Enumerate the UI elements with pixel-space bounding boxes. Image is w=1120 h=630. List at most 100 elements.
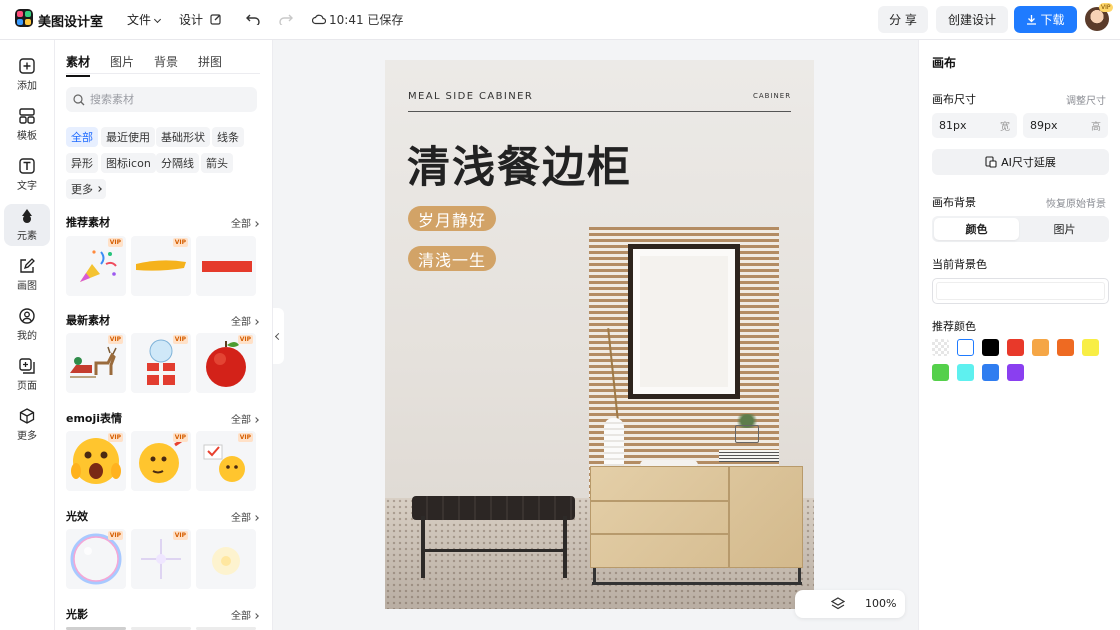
cloud-icon <box>312 14 326 25</box>
poster-tag[interactable]: 清浅一生 <box>408 246 497 271</box>
ai-resize-label: AI尺寸延展 <box>1001 156 1056 169</box>
material-thumb-thinking-emoji[interactable]: VIP <box>131 431 191 491</box>
material-thumb-bubble[interactable]: VIP <box>66 529 126 589</box>
material-thumb-reindeer-sleigh[interactable]: VIP <box>66 333 126 393</box>
chevron-right-icon <box>253 515 259 521</box>
color-swatch[interactable] <box>1057 339 1074 356</box>
see-all-link[interactable]: 全部 <box>231 313 259 328</box>
see-all-link[interactable]: 全部 <box>231 509 259 524</box>
see-all-link[interactable]: 全部 <box>231 215 259 230</box>
adjust-size-link[interactable]: 调整尺寸 <box>1066 92 1106 107</box>
rail-label: 更多 <box>17 431 37 442</box>
cube-icon <box>19 408 35 424</box>
material-thumb-red-bar[interactable] <box>196 236 256 296</box>
share-button[interactable]: 分 享 <box>878 6 928 33</box>
zoom-level[interactable]: 100% <box>865 597 896 610</box>
see-all-label: 全部 <box>231 415 251 426</box>
material-thumb-sparkle[interactable]: VIP <box>131 529 191 589</box>
undo-button[interactable] <box>244 10 262 28</box>
rail-item-draw[interactable]: 画图 <box>4 254 50 296</box>
poster-divider[interactable] <box>408 111 791 112</box>
chip-more[interactable]: 更多 <box>66 179 106 199</box>
chip-dividers[interactable]: 分隔线 <box>156 153 199 173</box>
user-icon <box>19 308 35 324</box>
shapes-icon <box>22 209 32 223</box>
chevron-left-icon <box>274 332 283 340</box>
material-thumb-apple[interactable]: VIP <box>196 333 256 393</box>
current-color-preview <box>936 282 1105 300</box>
books <box>719 450 779 462</box>
color-swatch[interactable] <box>1007 339 1024 356</box>
vip-badge: VIP <box>237 433 253 442</box>
file-menu[interactable]: 文件 <box>127 11 162 28</box>
height-field[interactable]: 89px 高 <box>1023 113 1108 138</box>
rail-item-text[interactable]: 文字 <box>4 154 50 196</box>
rail-item-pages[interactable]: 页面 <box>4 354 50 396</box>
tab-color[interactable]: 颜色 <box>934 218 1019 240</box>
rail-item-add[interactable]: 添加 <box>4 54 50 96</box>
see-all-link[interactable]: 全部 <box>231 411 259 426</box>
color-swatch[interactable] <box>982 364 999 381</box>
color-swatch[interactable] <box>957 339 974 356</box>
material-thumb-shocked-emoji[interactable]: VIP <box>66 431 126 491</box>
collapse-panel-button[interactable] <box>273 308 284 364</box>
see-all-link[interactable]: 全部 <box>231 607 259 622</box>
rail-item-elements[interactable]: 元素 <box>4 204 50 246</box>
rail-item-mine[interactable]: 我的 <box>4 304 50 346</box>
color-swatch[interactable] <box>1082 339 1099 356</box>
current-bg-label: 当前背景色 <box>932 258 987 271</box>
color-swatch[interactable] <box>982 339 999 356</box>
layers-icon[interactable] <box>831 597 845 611</box>
poster-subtitle[interactable]: MEAL SIDE CABINER <box>408 91 533 102</box>
rail-label: 元素 <box>17 231 37 242</box>
cabinet-leg <box>593 568 596 582</box>
section-title-recommended: 推荐素材 <box>66 216 110 229</box>
rail-label: 添加 <box>17 81 37 92</box>
rail-item-templates[interactable]: 模板 <box>4 104 50 146</box>
search-box[interactable] <box>66 87 257 112</box>
vase <box>604 418 624 472</box>
material-thumb-chick-emoji[interactable]: VIP <box>196 431 256 491</box>
chip-basic-shapes[interactable]: 基础形状 <box>156 127 210 147</box>
poster-artboard[interactable]: MEAL SIDE CABINER CABINER 清浅餐边柜 岁月静好 清浅一… <box>385 60 814 609</box>
undo-icon <box>246 14 260 25</box>
poster-title[interactable]: 清浅餐边柜 <box>407 133 632 195</box>
panel-title: 画布 <box>932 56 957 70</box>
red-bar-icon <box>202 261 252 272</box>
redo-button[interactable] <box>277 10 295 28</box>
search-input[interactable] <box>90 93 250 106</box>
chip-recent[interactable]: 最近使用 <box>101 127 155 147</box>
material-thumb-gift-globe[interactable]: VIP <box>131 333 191 393</box>
download-button[interactable]: 下载 <box>1014 6 1077 33</box>
chip-icons[interactable]: 图标icon <box>101 153 156 173</box>
ai-resize-button[interactable]: AI尺寸延展 <box>932 149 1109 175</box>
restore-background-link[interactable]: 恢复原始背景 <box>1046 195 1106 210</box>
poster-brand[interactable]: CABINER <box>753 92 791 100</box>
chip-lines[interactable]: 线条 <box>212 127 244 147</box>
color-swatch[interactable] <box>1007 364 1024 381</box>
chip-arrows[interactable]: 箭头 <box>201 153 233 173</box>
material-thumb-yellow-stroke[interactable]: VIP <box>131 236 191 296</box>
design-menu[interactable]: 设计 <box>179 11 222 28</box>
color-swatch[interactable] <box>932 339 949 356</box>
rail-item-more[interactable]: 更多 <box>4 404 50 446</box>
width-unit: 宽 <box>1000 122 1010 133</box>
search-icon <box>73 93 85 105</box>
color-swatch[interactable] <box>1032 339 1049 356</box>
material-thumb-glow[interactable] <box>196 529 256 589</box>
poster-tag[interactable]: 岁月静好 <box>408 206 497 231</box>
app-logo[interactable] <box>15 9 33 27</box>
chip-irregular[interactable]: 异形 <box>66 153 98 173</box>
background-type-toggle: 颜色 图片 <box>932 216 1109 242</box>
chip-all[interactable]: 全部 <box>66 127 98 147</box>
color-swatch[interactable] <box>932 364 949 381</box>
width-field[interactable]: 81px 宽 <box>932 113 1017 138</box>
chip-more-label: 更多 <box>71 183 93 196</box>
tab-image[interactable]: 图片 <box>1022 218 1107 240</box>
create-design-button[interactable]: 创建设计 <box>936 6 1008 33</box>
current-color-field[interactable] <box>932 278 1109 304</box>
section-title-shadows: 光影 <box>66 608 88 621</box>
color-swatch[interactable] <box>957 364 974 381</box>
material-thumb-party-popper[interactable]: VIP <box>66 236 126 296</box>
rail-label: 文字 <box>17 181 37 192</box>
